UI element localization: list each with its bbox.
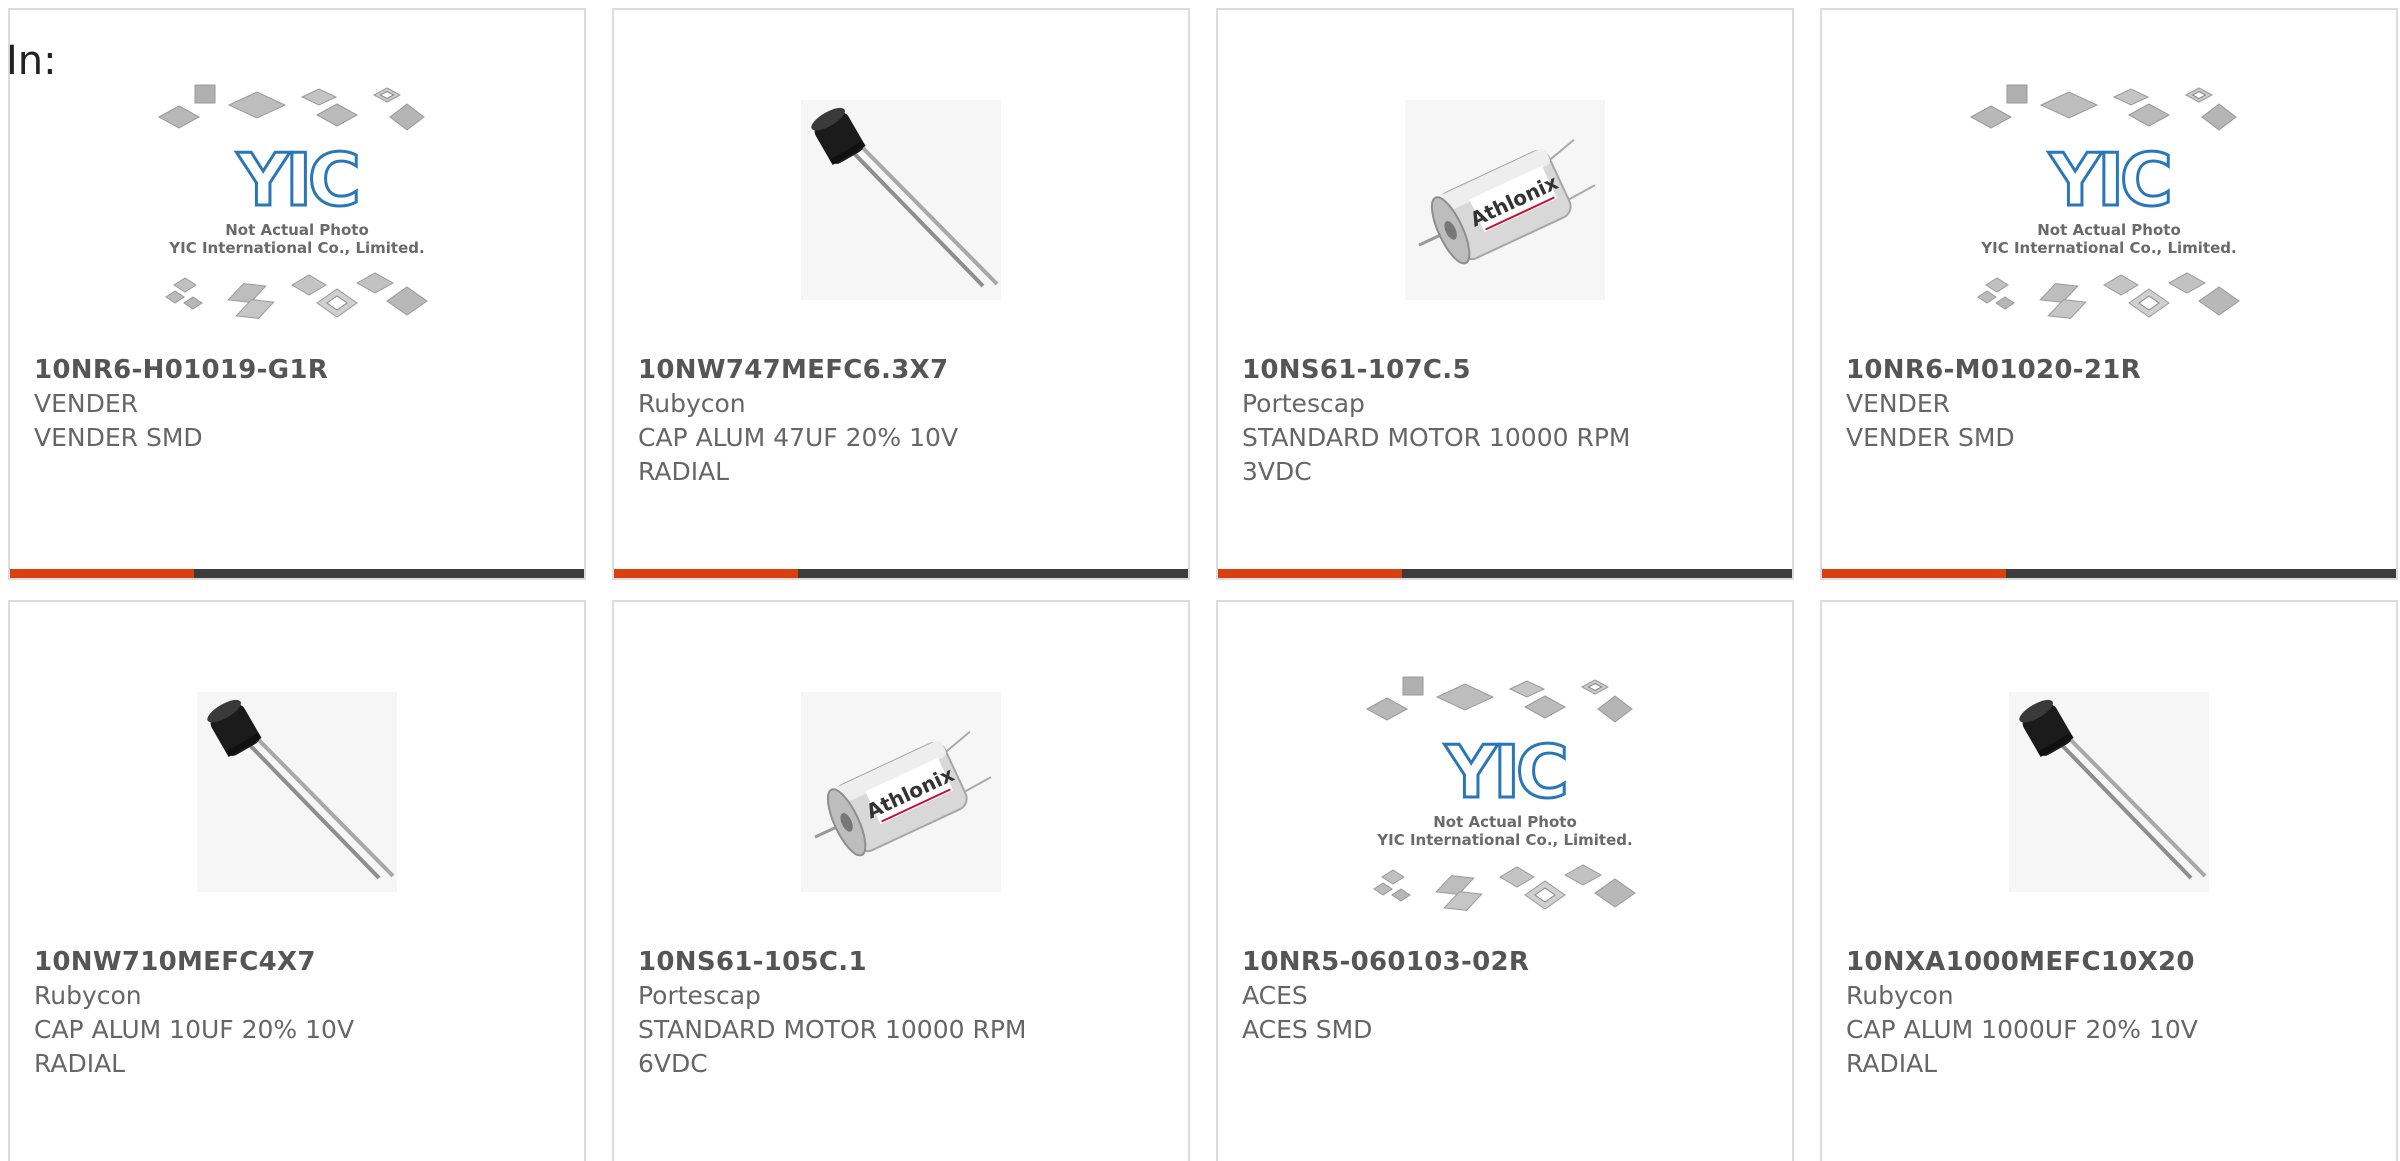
manufacturer-label: VENDER: [34, 389, 139, 418]
in-label: In:: [6, 38, 57, 84]
svg-text:YIC: YIC: [2048, 138, 2169, 222]
product-card[interactable]: 10NXA1000MEFC10X20 Rubycon CAP ALUM 1000…: [1820, 600, 2398, 1161]
description-label: CAP ALUM 10UF 20% 10V RADIAL: [34, 1015, 355, 1078]
card-accent-fill: [1218, 569, 1402, 578]
description-label: CAP ALUM 47UF 20% 10V RADIAL: [638, 423, 959, 486]
product-image[interactable]: YIC Not Actual Photo YIC International Co.…: [1218, 642, 1792, 942]
product-info: 10NXA1000MEFC10X20 Rubycon CAP ALUM 1000…: [1846, 945, 2376, 1081]
product-image[interactable]: Athlonix: [1218, 50, 1792, 350]
product-card[interactable]: Athlonix 10NS61-107C.5 Portescap STANDAR…: [1216, 8, 1794, 580]
product-card[interactable]: 10NW710MEFC4X7 Rubycon CAP ALUM 10UF 20%…: [8, 600, 586, 1161]
svg-text:YIC International Co., Limited: YIC International Co., Limited.: [168, 239, 424, 257]
card-accent-bar: [1218, 569, 1792, 578]
manufacturer-label: ACES: [1242, 981, 1308, 1010]
svg-text:Not Actual Photo: Not Actual Photo: [1433, 813, 1577, 831]
product-info: 10NR5-060103-02R ACES ACES SMD: [1242, 945, 1772, 1047]
manufacturer-label: Portescap: [638, 981, 761, 1010]
product-grid: YIC Not Actual Photo YIC International Co.…: [8, 8, 2398, 1161]
card-accent-bar: [614, 569, 1188, 578]
svg-text:YIC International Co., Limited: YIC International Co., Limited.: [1980, 239, 2236, 257]
card-accent-fill: [1822, 569, 2006, 578]
card-accent-bar: [10, 569, 584, 578]
part-number-link[interactable]: 10NR6-H01019-G1R: [34, 353, 564, 387]
part-number-link[interactable]: 10NW747MEFC6.3X7: [638, 353, 1168, 387]
manufacturer-label: Rubycon: [34, 981, 142, 1010]
part-number-link[interactable]: 10NR5-060103-02R: [1242, 945, 1772, 979]
product-info: 10NR6-M01020-21R VENDER VENDER SMD: [1846, 353, 2376, 455]
product-info: 10NR6-H01019-G1R VENDER VENDER SMD: [34, 353, 564, 455]
product-info: 10NW710MEFC4X7 Rubycon CAP ALUM 10UF 20%…: [34, 945, 564, 1081]
product-image[interactable]: Athlonix: [614, 642, 1188, 942]
product-image[interactable]: [10, 642, 584, 942]
svg-text:YIC: YIC: [1444, 730, 1565, 814]
svg-text:Not Actual Photo: Not Actual Photo: [2037, 221, 2181, 239]
product-image[interactable]: [1822, 642, 2396, 942]
description-label: ACES SMD: [1242, 1015, 1373, 1044]
product-image[interactable]: YIC Not Actual Photo YIC International Co.…: [10, 50, 584, 350]
product-info: 10NS61-105C.1 Portescap STANDARD MOTOR 1…: [638, 945, 1168, 1081]
product-info: 10NW747MEFC6.3X7 Rubycon CAP ALUM 47UF 2…: [638, 353, 1168, 489]
part-number-link[interactable]: 10NXA1000MEFC10X20: [1846, 945, 2376, 979]
svg-text:Not Actual Photo: Not Actual Photo: [225, 221, 369, 239]
product-card[interactable]: Athlonix 10NS61-105C.1 Portescap STANDAR…: [612, 600, 1190, 1161]
description-label: CAP ALUM 1000UF 20% 10V RADIAL: [1846, 1015, 2198, 1078]
product-image[interactable]: [614, 50, 1188, 350]
manufacturer-label: Portescap: [1242, 389, 1365, 418]
manufacturer-label: Rubycon: [638, 389, 746, 418]
product-card[interactable]: 10NW747MEFC6.3X7 Rubycon CAP ALUM 47UF 2…: [612, 8, 1190, 580]
part-number-link[interactable]: 10NR6-M01020-21R: [1846, 353, 2376, 387]
card-accent-bar: [1822, 569, 2396, 578]
manufacturer-label: Rubycon: [1846, 981, 1954, 1010]
description-label: VENDER SMD: [1846, 423, 2015, 452]
svg-text:YIC: YIC: [236, 138, 357, 222]
description-label: STANDARD MOTOR 10000 RPM 6VDC: [638, 1015, 1027, 1078]
product-image[interactable]: YIC Not Actual Photo YIC International Co.…: [1822, 50, 2396, 350]
card-accent-fill: [614, 569, 798, 578]
manufacturer-label: VENDER: [1846, 389, 1951, 418]
svg-text:YIC International Co., Limited: YIC International Co., Limited.: [1376, 831, 1632, 849]
product-listing-page: In: YIC Not Actual Photo YIC International…: [0, 0, 2400, 1161]
product-card[interactable]: YIC Not Actual Photo YIC International Co.…: [8, 8, 586, 580]
product-card[interactable]: YIC Not Actual Photo YIC International Co.…: [1216, 600, 1794, 1161]
description-label: VENDER SMD: [34, 423, 203, 452]
description-label: STANDARD MOTOR 10000 RPM 3VDC: [1242, 423, 1631, 486]
card-accent-fill: [10, 569, 194, 578]
product-info: 10NS61-107C.5 Portescap STANDARD MOTOR 1…: [1242, 353, 1772, 489]
part-number-link[interactable]: 10NS61-107C.5: [1242, 353, 1772, 387]
part-number-link[interactable]: 10NW710MEFC4X7: [34, 945, 564, 979]
part-number-link[interactable]: 10NS61-105C.1: [638, 945, 1168, 979]
product-card[interactable]: YIC Not Actual Photo YIC International Co.…: [1820, 8, 2398, 580]
